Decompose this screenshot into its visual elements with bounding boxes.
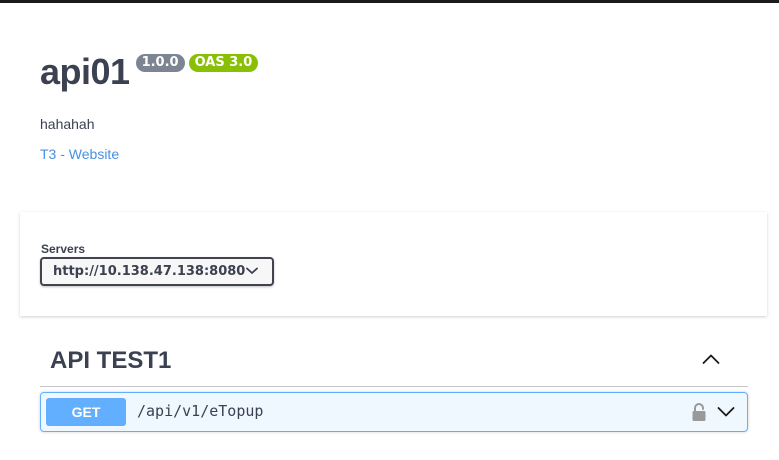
title-row: api01 1.0.0 OAS 3.0 (40, 50, 740, 94)
operation-get-etopup[interactable]: GET /api/v1/eTopup (40, 392, 748, 432)
method-badge: GET (46, 398, 126, 426)
operation-path: /api/v1/eTopup (137, 402, 264, 420)
api-title: api01 (40, 51, 130, 92)
api-info: api01 1.0.0 OAS 3.0 hahahah T3 - Website (40, 50, 740, 162)
lock-icon[interactable] (691, 402, 707, 422)
website-link[interactable]: T3 - Website (40, 146, 119, 162)
oas-badge: OAS 3.0 (188, 54, 259, 72)
top-bar (0, 0, 779, 3)
badges: 1.0.0 OAS 3.0 (135, 54, 263, 72)
tag-header[interactable]: API TEST1 (40, 340, 748, 387)
tag-section: API TEST1 GET /api/v1/eTopup (40, 340, 748, 432)
api-description: hahahah (40, 116, 95, 132)
chevron-down-icon[interactable] (717, 406, 735, 418)
chevron-down-icon (246, 267, 258, 274)
tag-title: API TEST1 (50, 347, 172, 374)
servers-label: Servers (41, 242, 86, 256)
server-select-value: http://10.138.47.138:8080 (53, 264, 246, 279)
version-badge: 1.0.0 (135, 54, 185, 72)
chevron-up-icon[interactable] (702, 353, 720, 365)
servers-section: Servers http://10.138.47.138:8080 (20, 212, 767, 316)
server-select[interactable]: http://10.138.47.138:8080 (40, 257, 274, 286)
